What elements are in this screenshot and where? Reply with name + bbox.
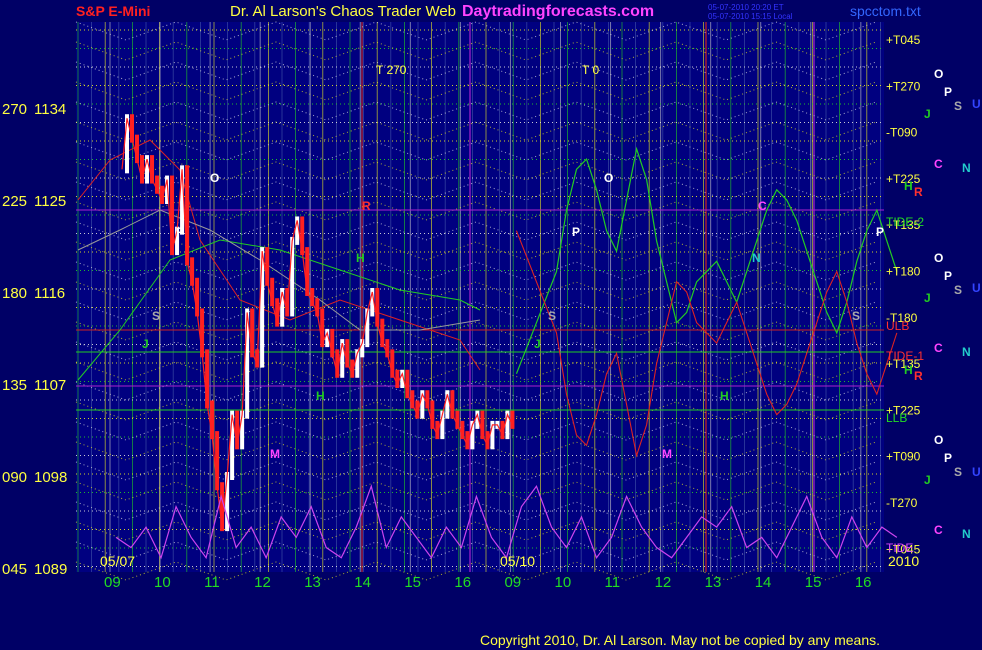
y-price-label: 1116	[34, 285, 65, 302]
x-tick-label: 12	[655, 574, 672, 591]
x-tick-label: 14	[755, 574, 772, 591]
date-label-2: 05/10	[500, 553, 535, 569]
x-tick-label: 15	[805, 574, 822, 591]
x-tick-label: 14	[354, 574, 371, 591]
plot-glyph: O	[604, 171, 613, 185]
planet-glyph: H	[904, 363, 913, 377]
x-tick-label: 16	[454, 574, 471, 591]
plot-glyph: S	[152, 309, 160, 323]
plot-glyph: P	[572, 225, 580, 239]
planet-glyph: R	[914, 369, 923, 383]
y-price-label: 1089	[34, 561, 67, 578]
x-tick-label: 11	[204, 574, 220, 591]
planet-glyph: U	[972, 97, 981, 111]
planet-glyph: N	[962, 345, 971, 359]
planet-glyph: O	[934, 67, 943, 81]
x-tick-label: 16	[855, 574, 872, 591]
file-name: spcctom.txt	[850, 3, 921, 19]
plot-glyph: H	[720, 389, 729, 403]
chart: 270 1134225 1125180 1116135 1107090 1098045 10…	[2, 3, 981, 648]
planet-glyph: O	[934, 251, 943, 265]
price-candle	[260, 247, 265, 368]
y-angle-label: 045	[2, 561, 27, 578]
y-angle-label: 270	[2, 101, 27, 118]
planet-glyph: C	[934, 341, 943, 355]
plot-glyph: J	[534, 337, 541, 351]
x-tick-label: 10	[554, 574, 571, 591]
x-tick-label: 13	[304, 574, 321, 591]
x-tick-label: 10	[154, 574, 171, 591]
plot-glyph: O	[210, 171, 219, 185]
planet-glyph: S	[954, 465, 962, 479]
planet-glyph: J	[924, 291, 931, 305]
y-price-label: 1134	[34, 101, 66, 118]
planet-glyph: R	[914, 185, 923, 199]
plot-glyph: C	[758, 199, 767, 213]
page-title: Dr. Al Larson's Chaos Trader Web	[230, 3, 456, 20]
right-angle-label: +T180	[886, 265, 921, 279]
timestamp-2: 05-07-2010 15:15 Local	[708, 12, 793, 21]
right-flux-label: ULB	[886, 319, 909, 333]
planet-glyph: N	[962, 527, 971, 541]
y-angle-label: 090	[2, 469, 27, 486]
y-price-label: 1125	[34, 193, 66, 210]
planet-glyph: P	[944, 451, 952, 465]
top-marker-2: T 0	[582, 63, 599, 77]
plot-glyph: S	[852, 309, 860, 323]
price-candle	[510, 410, 515, 429]
right-angle-label: -T090	[886, 126, 918, 140]
planet-glyph: S	[954, 283, 962, 297]
planet-glyph: U	[972, 465, 981, 479]
plot-glyph: R	[362, 199, 371, 213]
y-angle-label: 135	[2, 377, 27, 394]
plot-glyph: S	[548, 309, 556, 323]
y-angle-label: 180	[2, 285, 27, 302]
plot-glyph: H	[316, 389, 325, 403]
y-price-label: 1107	[34, 377, 66, 394]
plot-glyph: M	[662, 447, 672, 461]
planet-glyph: J	[924, 107, 931, 121]
right-flux-label: LLB	[886, 411, 907, 425]
x-tick-label: 09	[504, 574, 521, 591]
planet-glyph: O	[934, 433, 943, 447]
copyright: Copyright 2010, Dr. Al Larson. May not b…	[480, 632, 880, 648]
planet-glyph: H	[904, 179, 913, 193]
plot-glyph: J	[142, 337, 149, 351]
date-label-3: 2010	[888, 553, 919, 569]
x-tick-label: 15	[404, 574, 421, 591]
right-flux-label: TIDE-1	[886, 349, 924, 363]
timestamp-1: 05-07-2010 20:20 ET	[708, 3, 784, 12]
plot-glyph: P	[176, 225, 184, 239]
plot-glyph: N	[752, 251, 761, 265]
planet-glyph: U	[972, 281, 981, 295]
planet-glyph: C	[934, 157, 943, 171]
right-angle-label: +T270	[886, 79, 921, 93]
right-angle-label: -T270	[886, 496, 918, 510]
planet-glyph: S	[954, 99, 962, 113]
x-tick-label: 09	[104, 574, 121, 591]
instrument-title: S&P E-Mini	[76, 3, 150, 19]
right-angle-label: +T090	[886, 450, 921, 464]
x-tick-label: 13	[705, 574, 722, 591]
y-price-label: 1098	[34, 469, 67, 486]
planet-glyph: C	[934, 523, 943, 537]
planet-glyph: P	[944, 269, 952, 283]
planet-glyph: J	[924, 473, 931, 487]
plot-glyph: P	[876, 225, 884, 239]
x-tick-label: 12	[254, 574, 271, 591]
date-label-1: 05/07	[100, 553, 135, 569]
y-angle-label: 225	[2, 193, 27, 210]
top-marker-1: T 270	[376, 63, 407, 77]
right-angle-label: +T045	[886, 33, 921, 47]
plot-glyph: H	[356, 251, 365, 265]
site-name: Daytradingforecasts.com	[462, 3, 654, 20]
planet-glyph: N	[962, 161, 971, 175]
x-tick-label: 11	[605, 574, 621, 591]
plot-glyph: M	[270, 447, 280, 461]
planet-glyph: P	[944, 85, 952, 99]
right-flux-label: TIDE-2	[886, 215, 924, 229]
